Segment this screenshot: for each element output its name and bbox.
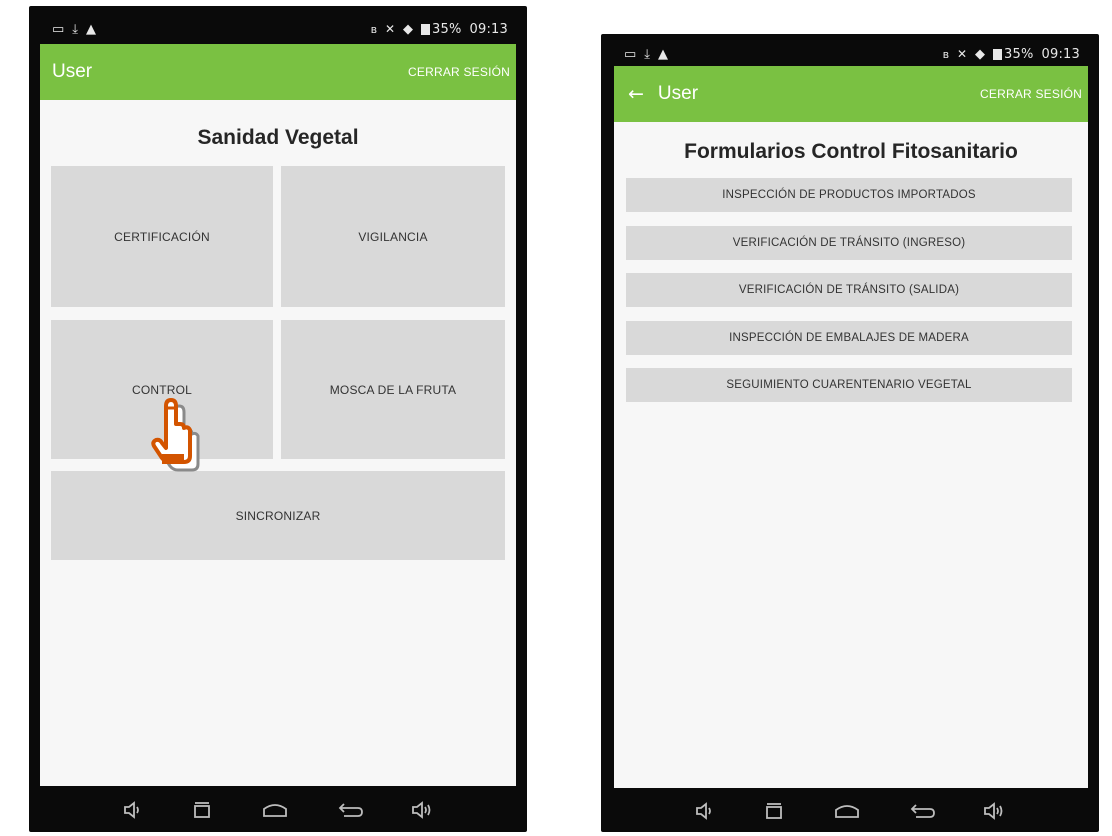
logout-button[interactable]: CERRAR SESIÓN	[408, 65, 510, 79]
app-bar: ← User CERRAR SESIÓN	[614, 66, 1088, 122]
battery-percent: 35%	[432, 21, 462, 37]
sincronizar-button[interactable]: SINCRONIZAR	[51, 471, 505, 560]
download-icon: ⤓	[72, 21, 79, 37]
logout-button[interactable]: CERRAR SESIÓN	[980, 87, 1082, 101]
form-button-seguimiento-cuarentenario[interactable]: SEGUIMIENTO CUARENTENARIO VEGETAL	[626, 368, 1072, 402]
navigation-bar	[29, 788, 527, 832]
back-arrow-icon[interactable]: ←	[628, 83, 644, 105]
tap-hand-icon	[151, 398, 200, 472]
battery-percent: 35%	[1004, 46, 1034, 62]
wifi-icon: ◆	[403, 21, 414, 37]
volume-up-icon[interactable]	[982, 801, 1006, 821]
home-icon[interactable]	[832, 801, 862, 821]
recent-apps-icon[interactable]	[762, 801, 786, 821]
wifi-icon: ◆	[975, 46, 986, 62]
clock: 09:13	[469, 21, 508, 37]
volume-down-icon[interactable]	[122, 800, 144, 820]
bluetooth-icon: ʙ	[942, 47, 949, 61]
status-bar: ▭ ⤓ ▲ ʙ ✕ ◆ 35% 09:13	[614, 42, 1088, 66]
form-button-embalajes-madera[interactable]: INSPECCIÓN DE EMBALAJES DE MADERA	[626, 321, 1072, 355]
right-screen: ▭ ⤓ ▲ ʙ ✕ ◆ 35% 09:13 ← User CERRAR SESI…	[614, 42, 1088, 788]
form-button-transito-salida[interactable]: VERIFICACIÓN DE TRÁNSITO (SALIDA)	[626, 273, 1072, 307]
volume-up-icon[interactable]	[410, 800, 434, 820]
certificacion-button[interactable]: CERTIFICACIÓN	[51, 166, 273, 307]
page-title: Sanidad Vegetal	[197, 126, 359, 149]
volume-down-icon[interactable]	[694, 801, 716, 821]
screenshot-icon: ▭	[52, 21, 65, 37]
form-button-transito-ingreso[interactable]: VERIFICACIÓN DE TRÁNSITO (INGRESO)	[626, 226, 1072, 260]
right-tablet: ▭ ⤓ ▲ ʙ ✕ ◆ 35% 09:13 ← User CERRAR SESI…	[601, 34, 1099, 832]
back-icon[interactable]	[908, 801, 936, 821]
form-button-productos-importados[interactable]: INSPECCIÓN DE PRODUCTOS IMPORTADOS	[626, 178, 1072, 212]
home-icon[interactable]	[260, 800, 290, 820]
warning-icon: ▲	[658, 46, 669, 62]
warning-icon: ▲	[86, 21, 97, 37]
download-icon: ⤓	[644, 46, 651, 62]
status-bar: ▭ ⤓ ▲ ʙ ✕ ◆ 35% 09:13	[40, 14, 516, 44]
app-bar-title: User	[52, 61, 93, 82]
clock: 09:13	[1041, 46, 1080, 62]
mute-icon: ✕	[956, 47, 968, 61]
screenshot-icon: ▭	[624, 46, 637, 62]
app-bar: User CERRAR SESIÓN	[40, 44, 516, 100]
mosca-de-la-fruta-button[interactable]: MOSCA DE LA FRUTA	[281, 320, 505, 459]
recent-apps-icon[interactable]	[190, 800, 214, 820]
battery-icon	[421, 23, 431, 35]
hand-cuff	[162, 454, 184, 464]
battery-icon	[993, 48, 1003, 60]
left-screen: ▭ ⤓ ▲ ʙ ✕ ◆ 35% 09:13 User CERRAR SESIÓN…	[40, 14, 516, 786]
vigilancia-button[interactable]: VIGILANCIA	[281, 166, 505, 307]
navigation-bar	[601, 790, 1099, 832]
back-icon[interactable]	[336, 800, 364, 820]
bluetooth-icon: ʙ	[370, 22, 377, 36]
left-tablet: ▭ ⤓ ▲ ʙ ✕ ◆ 35% 09:13 User CERRAR SESIÓN…	[29, 6, 527, 832]
page-title: Formularios Control Fitosanitario	[684, 140, 1018, 163]
app-bar-title: User	[657, 83, 699, 104]
mute-icon: ✕	[384, 22, 396, 36]
